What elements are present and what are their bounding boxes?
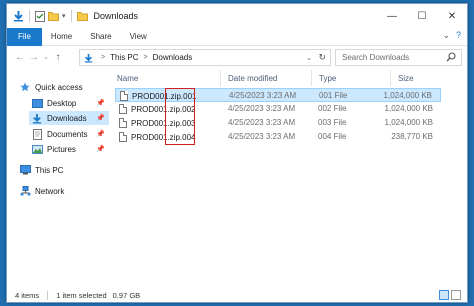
column-header-size[interactable]: Size — [392, 70, 441, 86]
nav-quick-access-label: Quick access — [35, 82, 83, 92]
file-date: 4/25/2023 3:23 AM — [228, 104, 296, 113]
quick-access-toolbar: ▾ — [7, 4, 88, 28]
folder-icon — [76, 11, 88, 21]
forward-arrow-icon[interactable]: → — [27, 49, 41, 65]
picture-icon — [31, 144, 43, 154]
download-location-icon — [84, 53, 93, 63]
selection-size: 0.97 GB — [112, 290, 141, 300]
breadcrumb-downloads[interactable]: Downloads — [153, 53, 193, 62]
nav-network[interactable]: Network — [19, 184, 109, 198]
search-icon — [446, 52, 456, 64]
chevron-right-icon[interactable]: > — [101, 54, 105, 61]
window-title: Downloads — [93, 11, 139, 21]
nav-this-pc-label: This PC — [35, 165, 64, 175]
large-icons-view-icon[interactable] — [451, 290, 461, 300]
network-icon — [19, 186, 31, 196]
search-placeholder: Search Downloads — [342, 53, 410, 62]
file-row[interactable]: PROD001.zip.002 4/25/2023 3:23 AM 002 Fi… — [115, 102, 441, 116]
file-row[interactable]: PROD001.zip.004 4/25/2023 3:23 AM 004 Fi… — [115, 130, 441, 144]
chevron-right-icon[interactable]: > — [144, 54, 148, 61]
selection-count: 1 item selected — [56, 290, 107, 300]
search-input[interactable]: Search Downloads — [335, 49, 462, 66]
window-controls: — ☐ ✕ — [377, 4, 467, 28]
file-size: 238,770 KB — [391, 132, 433, 141]
close-button[interactable]: ✕ — [437, 4, 467, 28]
document-icon — [31, 128, 43, 140]
file-size: 1,024,000 KB — [384, 104, 433, 113]
details-view-icon[interactable] — [439, 290, 449, 300]
file-type: 002 File — [318, 104, 347, 113]
file-date: 4/25/2023 3:23 AM — [229, 91, 297, 100]
file-icon — [120, 91, 128, 101]
up-arrow-icon[interactable]: ↑ — [51, 49, 65, 65]
refresh-icon[interactable]: ↻ — [318, 52, 326, 63]
file-type: 004 File — [318, 132, 347, 141]
file-size: 1,024,000 KB — [384, 118, 433, 127]
navigation-pane: Quick access Desktop 📌 Downloads 📌 Docum… — [7, 68, 111, 288]
new-folder-icon[interactable] — [48, 11, 59, 21]
recent-locations-icon[interactable]: ⌄ — [41, 49, 51, 65]
download-icon — [31, 113, 43, 123]
nav-quick-access[interactable]: Quick access — [19, 80, 109, 94]
nav-item-documents[interactable]: Documents 📌 — [31, 127, 109, 141]
file-icon — [119, 104, 127, 114]
back-arrow-icon[interactable]: ← — [13, 49, 27, 65]
nav-item-label: Downloads — [47, 113, 87, 123]
nav-item-pictures[interactable]: Pictures 📌 — [31, 142, 109, 156]
file-row[interactable]: PROD001.zip.003 4/25/2023 3:23 AM 003 Fi… — [115, 116, 441, 130]
maximize-button[interactable]: ☐ — [407, 4, 437, 28]
file-type: 001 File — [319, 91, 348, 100]
nav-item-desktop[interactable]: Desktop 📌 — [31, 96, 109, 110]
nav-item-label: Documents — [47, 129, 88, 139]
minimize-button[interactable]: — — [377, 4, 407, 28]
pin-icon[interactable]: 📌 — [96, 114, 105, 122]
desktop-icon — [31, 98, 43, 108]
address-bar[interactable]: > This PC > Downloads ⌄ ↻ — [79, 49, 331, 66]
pin-icon[interactable]: 📌 — [96, 99, 105, 107]
breadcrumb-this-pc[interactable]: This PC — [110, 53, 138, 62]
properties-icon[interactable] — [35, 10, 45, 22]
navigation-bar: ← → ⌄ ↑ > This PC > Downloads ⌄ ↻ Search… — [7, 46, 467, 68]
red-highlight-box — [165, 88, 195, 145]
help-icon[interactable]: ? — [456, 30, 461, 41]
nav-item-label: Pictures — [47, 144, 76, 154]
file-icon — [119, 132, 127, 142]
tab-view[interactable]: View — [121, 28, 156, 46]
nav-item-downloads[interactable]: Downloads 📌 — [29, 111, 109, 125]
nav-network-label: Network — [35, 186, 65, 196]
column-header-type[interactable]: Type — [313, 70, 391, 86]
file-row[interactable]: PROD001.zip.001 4/25/2023 3:23 AM 001 Fi… — [115, 88, 441, 102]
file-date: 4/25/2023 3:23 AM — [228, 118, 296, 127]
title-bar: ▾ Downloads — ☐ ✕ — [7, 4, 467, 28]
item-count: 4 items — [15, 290, 40, 300]
expand-ribbon-icon[interactable]: ⌄ — [442, 30, 450, 41]
ribbon-tabs: File Home Share View ⌄ ? — [7, 27, 467, 46]
column-header-name[interactable]: Name — [111, 70, 221, 86]
column-header-date-modified[interactable]: Date modified — [222, 70, 312, 86]
nav-this-pc[interactable]: This PC — [19, 163, 109, 177]
pin-icon[interactable]: 📌 — [96, 130, 105, 138]
status-bar: 4 items 1 item selected 0.97 GB — [7, 288, 467, 302]
file-icon — [119, 118, 127, 128]
address-dropdown-icon[interactable]: ⌄ — [306, 54, 312, 62]
file-type: 003 File — [318, 118, 347, 127]
tab-share[interactable]: Share — [81, 28, 120, 46]
tab-home[interactable]: Home — [42, 28, 81, 46]
computer-icon — [19, 165, 31, 175]
pin-icon[interactable]: 📌 — [96, 145, 105, 153]
tab-file[interactable]: File — [7, 27, 42, 46]
explorer-window: ▾ Downloads — ☐ ✕ File Home Share View ⌄… — [6, 3, 468, 303]
file-size: 1,024,000 KB — [383, 91, 432, 100]
customize-toolbar-icon[interactable]: ▾ — [62, 12, 66, 20]
star-icon — [19, 82, 31, 92]
explorer-download-icon — [13, 10, 24, 22]
file-date: 4/25/2023 3:23 AM — [228, 132, 296, 141]
nav-item-label: Desktop — [47, 98, 77, 108]
